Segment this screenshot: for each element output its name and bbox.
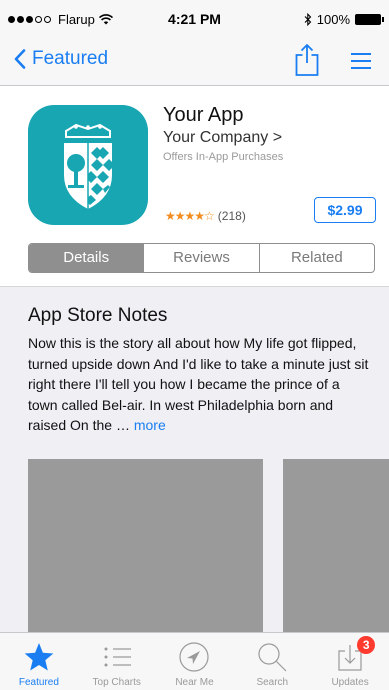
- in-app-purchases-note: Offers In-App Purchases: [163, 151, 284, 163]
- search-icon: [258, 643, 287, 672]
- tab-label: Updates: [331, 677, 369, 688]
- menu-icon[interactable]: [351, 52, 371, 70]
- list-icon: [104, 647, 131, 667]
- status-right: 100%: [304, 12, 384, 27]
- rating-stars: ★★★★☆: [165, 209, 215, 223]
- battery-percent: 100%: [316, 12, 350, 27]
- tab-search[interactable]: Search: [233, 633, 311, 690]
- tab-related[interactable]: Related: [258, 244, 374, 272]
- app-icon[interactable]: [28, 105, 148, 225]
- tab-label: Top Charts: [92, 677, 141, 688]
- chevron-left-icon: [14, 49, 26, 69]
- app-title: Your App: [163, 104, 244, 126]
- details-content: App Store Notes Now this is the story al…: [0, 287, 389, 632]
- rating-count: (218): [217, 209, 246, 223]
- updates-badge: 3: [357, 636, 376, 654]
- share-icon[interactable]: [293, 43, 321, 77]
- tab-top-charts[interactable]: Top Charts: [78, 633, 156, 690]
- tab-featured[interactable]: Featured: [0, 633, 78, 690]
- tab-updates[interactable]: 3 Updates: [311, 633, 389, 690]
- segmented-control: Details Reviews Related: [28, 243, 375, 273]
- battery-icon: [355, 14, 384, 25]
- notes-text: Now this is the story all about how My l…: [28, 335, 369, 433]
- star-icon: [24, 643, 54, 671]
- screenshot-thumbnail[interactable]: [28, 459, 263, 632]
- tab-reviews[interactable]: Reviews: [143, 244, 258, 272]
- notes-body: Now this is the story all about how My l…: [28, 333, 373, 436]
- tab-label: Featured: [18, 677, 59, 688]
- navigation-bar: Featured: [0, 40, 389, 86]
- more-link[interactable]: more: [134, 417, 166, 433]
- tab-label: Search: [256, 677, 289, 688]
- back-button[interactable]: Featured: [14, 48, 108, 70]
- crest-logo-icon: [64, 123, 112, 209]
- notes-title: App Store Notes: [28, 305, 168, 326]
- tab-label: Near Me: [175, 677, 214, 688]
- tab-near-me[interactable]: Near Me: [156, 633, 234, 690]
- bluetooth-icon: [304, 13, 312, 26]
- tab-details[interactable]: Details: [29, 244, 144, 272]
- rating: ★★★★☆ (218): [165, 209, 246, 223]
- price-button[interactable]: $2.99: [314, 197, 376, 223]
- tab-bar: Featured Top Charts Near Me Search 3 Upd…: [0, 632, 389, 690]
- location-arrow-icon: [179, 642, 210, 672]
- status-bar: Flarup 4:21 PM 100%: [0, 0, 389, 40]
- app-header: Your App Your Company > Offers In-App Pu…: [0, 86, 389, 286]
- back-button-label: Featured: [32, 48, 109, 69]
- app-company-link[interactable]: Your Company >: [163, 129, 282, 147]
- screenshot-thumbnail[interactable]: [283, 459, 389, 632]
